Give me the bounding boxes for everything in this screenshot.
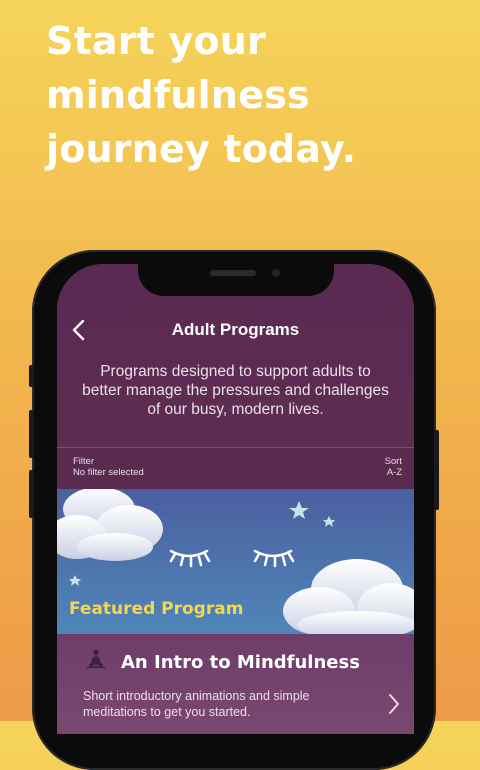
program-description: Short introductory animations and simple… [83,689,310,719]
filter-sort-bar: Filter No filter selected Sort A-Z [57,448,414,488]
cloud-icon [283,559,414,634]
filter-label: Filter [73,456,95,467]
phone-mute-switch [29,365,34,387]
page-title: Adult Programs [171,320,300,339]
star-icon [323,516,335,527]
headline-line-2: mindfulness [46,73,310,117]
phone-volume-down [29,470,34,518]
featured-program-banner[interactable]: Featured Program [57,489,414,634]
sort-label: Sort [384,456,402,467]
speaker-grille [210,270,256,276]
program-card[interactable]: An Intro to Mindfulness Short introducto… [57,634,414,734]
closed-eye-icon [253,549,295,568]
program-title: An Intro to Mindfulness [121,652,360,673]
headline-line-3: journey today. [46,127,357,171]
phone-power-button [434,430,439,510]
meditation-person-icon [86,649,106,669]
star-icon [289,501,309,519]
promo-headline: Start your mindfulness journey today. [46,14,356,176]
filter-value: No filter selected [73,467,144,478]
chevron-right-icon[interactable] [386,692,402,716]
phone-volume-up [29,410,34,458]
closed-eye-icon [169,549,211,568]
sort-value: A-Z [386,467,402,478]
star-icon [69,575,81,586]
cloud-icon [57,489,163,561]
app-screen: Adult Programs Programs designed to supp… [57,264,414,734]
page-description: Programs designed to support adults to b… [82,363,389,418]
front-camera [272,269,280,277]
headline-line-1: Start your [46,19,266,63]
phone-notch [138,258,334,296]
featured-program-label: Featured Program [69,599,244,619]
